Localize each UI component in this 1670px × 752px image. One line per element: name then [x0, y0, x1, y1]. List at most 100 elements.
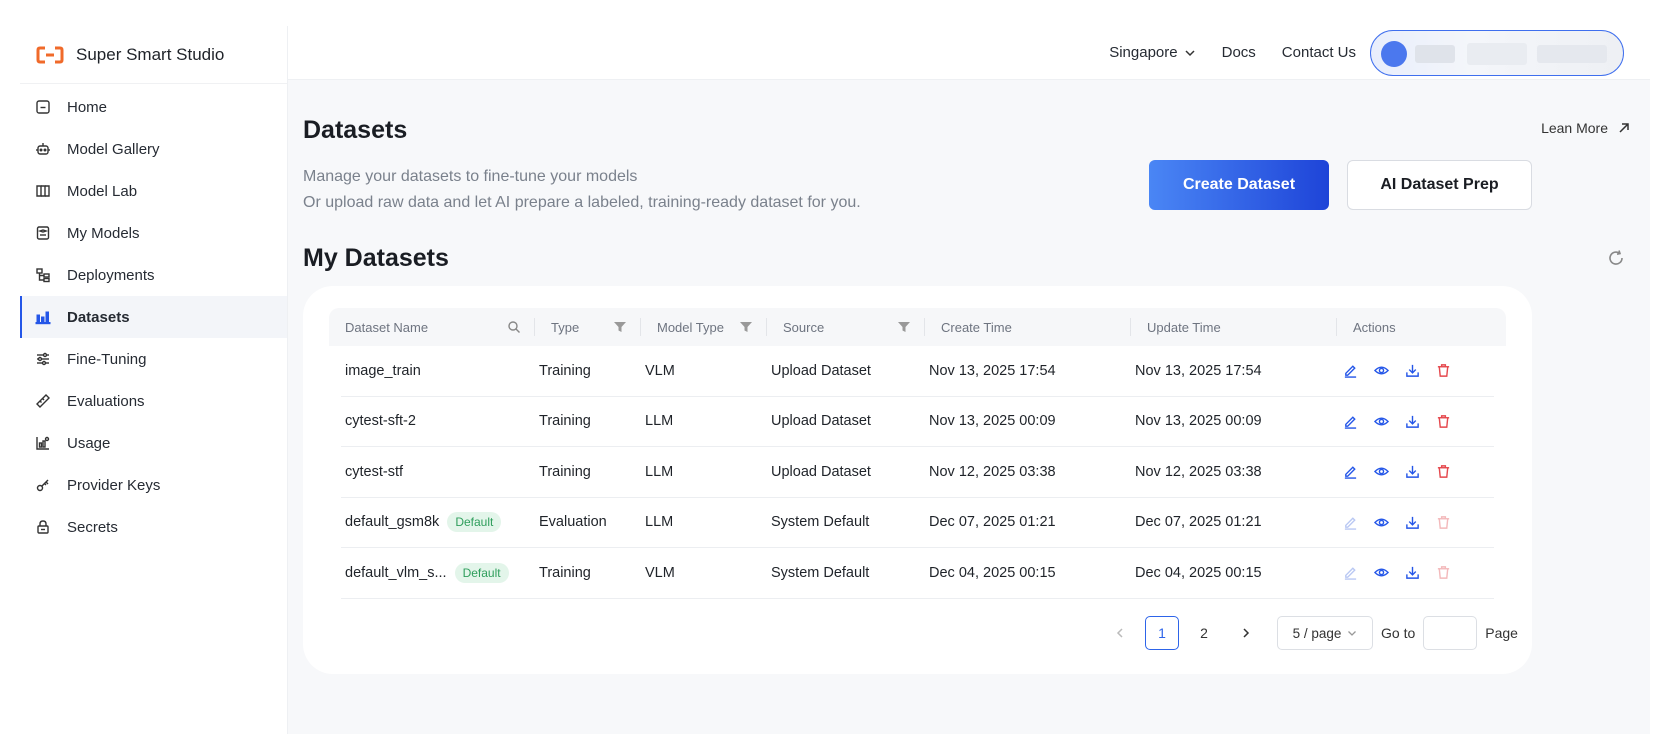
actions-cell [1337, 513, 1494, 531]
refresh-icon[interactable] [1606, 248, 1626, 268]
sliders-icon [34, 350, 52, 368]
update-time-cell: Nov 13, 2025 00:09 [1131, 413, 1337, 429]
delete-icon[interactable] [1434, 362, 1452, 380]
learn-more-label: Lean More [1541, 120, 1608, 136]
usage-chart-icon [34, 434, 52, 452]
chevron-left-icon [1116, 628, 1123, 638]
actions-cell [1337, 412, 1494, 430]
docs-link[interactable]: Docs [1222, 44, 1256, 61]
sidebar-item-datasets[interactable]: Datasets [20, 296, 287, 338]
update-time-cell-text: Nov 13, 2025 00:09 [1135, 413, 1262, 430]
edit-icon[interactable] [1341, 412, 1359, 430]
eye-icon[interactable] [1372, 564, 1390, 582]
dataset-name-cell-text: default_vlm_s... [345, 564, 447, 581]
model-type-cell-text: LLM [645, 413, 674, 430]
type-cell: Training [535, 363, 641, 379]
column-header-dataset-name: Dataset Name [329, 308, 535, 346]
edit-icon[interactable] [1341, 362, 1359, 380]
table-row[interactable]: cytest-stf Training LLM Upload Dataset Nov 1… [341, 447, 1494, 498]
sidebar-item-label: Secrets [67, 518, 118, 536]
column-label: Source [783, 319, 825, 335]
model-box-icon [34, 224, 52, 242]
table-row[interactable]: default_vlm_s... Default Training VLM System… [341, 548, 1494, 599]
redacted-account-text [1537, 44, 1607, 63]
sidebar-item-model-lab[interactable]: Model Lab [20, 170, 287, 212]
prev-page-button[interactable] [1103, 616, 1137, 650]
filter-icon[interactable] [613, 320, 627, 334]
lock-icon [34, 518, 52, 536]
contact-us-link[interactable]: Contact Us [1282, 44, 1356, 61]
goto-label: Go to [1381, 625, 1416, 641]
brand-logo-icon [36, 45, 64, 65]
sidebar-item-my-models[interactable]: My Models [20, 212, 287, 254]
table-row[interactable]: image_train Training VLM Upload Dataset Nov … [341, 346, 1494, 397]
pagination: 1 2 5 / page Go to Page [1103, 616, 1518, 650]
edit-icon[interactable] [1341, 513, 1359, 531]
search-icon[interactable] [507, 320, 521, 334]
column-header-model-type: Model Type [641, 308, 767, 346]
model-type-cell-text: VLM [645, 564, 675, 581]
sidebar-item-label: Deployments [67, 266, 155, 284]
download-icon[interactable] [1403, 412, 1421, 430]
eye-icon[interactable] [1372, 463, 1390, 481]
model-type-cell: LLM [641, 413, 767, 429]
edit-icon[interactable] [1341, 463, 1359, 481]
type-cell-text: Training [539, 463, 591, 480]
eye-icon[interactable] [1372, 362, 1390, 380]
default-badge: Default [447, 512, 502, 533]
subtitle-line: Or upload raw data and let AI prepare a … [303, 194, 861, 211]
page-button-2[interactable]: 2 [1187, 616, 1221, 650]
account-menu[interactable] [1370, 29, 1624, 76]
download-icon[interactable] [1403, 564, 1421, 582]
actions-cell [1337, 463, 1494, 481]
edit-icon[interactable] [1341, 564, 1359, 582]
create-dataset-button[interactable]: Create Dataset [1149, 160, 1329, 210]
update-time-cell-text: Nov 12, 2025 03:38 [1135, 463, 1262, 480]
page-size-select[interactable]: 5 / page [1277, 616, 1373, 650]
type-cell: Training [535, 413, 641, 429]
download-icon[interactable] [1403, 362, 1421, 380]
bar-chart-icon [34, 308, 52, 326]
learn-more-link[interactable]: Lean More [1541, 120, 1630, 136]
delete-icon[interactable] [1434, 412, 1452, 430]
column-header-source: Source [767, 308, 925, 346]
sidebar-item-label: Provider Keys [67, 476, 161, 494]
eye-icon[interactable] [1372, 412, 1390, 430]
delete-icon[interactable] [1434, 513, 1452, 531]
sidebar-item-label: Fine-Tuning [67, 350, 147, 368]
app-window: Super Smart Studio Home Model Gallery Mo… [20, 26, 1650, 734]
sidebar-item-label: Home [67, 98, 108, 116]
sidebar-item-model-gallery[interactable]: Model Gallery [20, 128, 287, 170]
next-page-button[interactable] [1229, 616, 1263, 650]
sidebar-item-secrets[interactable]: Secrets [20, 506, 287, 548]
external-arrow-icon [1619, 123, 1629, 133]
filter-icon[interactable] [897, 320, 911, 334]
column-label: Create Time [941, 319, 1012, 335]
sidebar-item-evaluations[interactable]: Evaluations [20, 380, 287, 422]
dataset-name-cell-text: cytest-sft-2 [345, 413, 416, 430]
region-selector[interactable]: Singapore [1109, 44, 1195, 61]
sidebar-item-label: Model Gallery [67, 140, 160, 158]
eye-icon[interactable] [1372, 513, 1390, 531]
source-cell: Upload Dataset [767, 464, 925, 480]
sidebar-item-deployments[interactable]: Deployments [20, 254, 287, 296]
page-button-1[interactable]: 1 [1145, 616, 1179, 650]
model-type-cell-text: LLM [645, 463, 674, 480]
sidebar-item-fine-tuning[interactable]: Fine-Tuning [20, 338, 287, 380]
sidebar-item-usage[interactable]: Usage [20, 422, 287, 464]
model-type-cell-text: LLM [645, 514, 674, 531]
sidebar-item-provider-keys[interactable]: Provider Keys [20, 464, 287, 506]
delete-icon[interactable] [1434, 463, 1452, 481]
table-row[interactable]: default_gsm8k Default Evaluation LLM System … [341, 498, 1494, 548]
brand[interactable]: Super Smart Studio [20, 26, 287, 84]
ai-dataset-prep-button[interactable]: AI Dataset Prep [1347, 160, 1532, 210]
table-row[interactable]: cytest-sft-2 Training LLM Upload Dataset Nov… [341, 397, 1494, 447]
column-header-update-time: Update Time [1131, 308, 1337, 346]
filter-icon[interactable] [739, 320, 753, 334]
delete-icon[interactable] [1434, 564, 1452, 582]
download-icon[interactable] [1403, 513, 1421, 531]
key-icon [34, 476, 52, 494]
download-icon[interactable] [1403, 463, 1421, 481]
sidebar-item-home[interactable]: Home [20, 86, 287, 128]
goto-page-input[interactable] [1423, 616, 1478, 650]
